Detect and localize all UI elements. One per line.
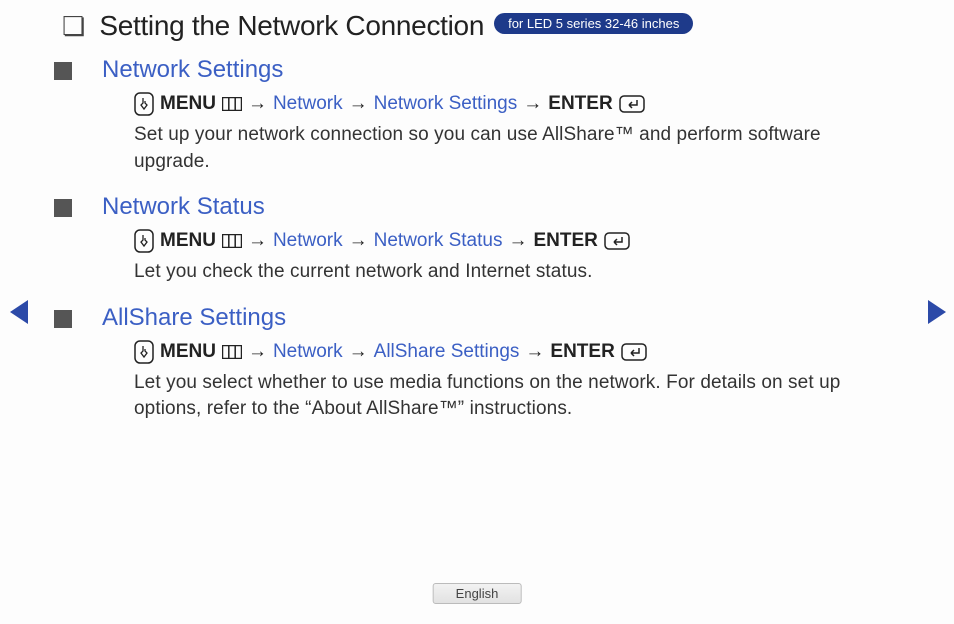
path-item: Network Settings bbox=[374, 93, 518, 115]
hand-press-icon bbox=[134, 92, 154, 116]
path-item: Network bbox=[273, 341, 343, 363]
arrow-icon: → bbox=[349, 341, 368, 363]
model-badge: for LED 5 series 32-46 inches bbox=[494, 13, 693, 34]
arrow-icon: → bbox=[508, 230, 527, 252]
arrow-icon: → bbox=[523, 93, 542, 115]
path-item: AllShare Settings bbox=[374, 341, 520, 363]
square-bullet-icon bbox=[54, 62, 72, 80]
next-page-button[interactable] bbox=[928, 300, 946, 324]
section-network-settings: Network Settings MENU → Network → Networ… bbox=[62, 56, 892, 175]
menu-label: MENU bbox=[160, 93, 216, 115]
arrow-icon: → bbox=[248, 230, 267, 252]
menu-label: MENU bbox=[160, 341, 216, 363]
hand-press-icon bbox=[134, 229, 154, 253]
hand-press-icon bbox=[134, 340, 154, 364]
menu-path: MENU → Network → Network Status → ENTER bbox=[134, 229, 892, 253]
arrow-icon: → bbox=[349, 93, 368, 115]
page-title-row: ❏ Setting the Network Connection for LED… bbox=[62, 10, 892, 42]
section-heading: AllShare Settings bbox=[102, 304, 892, 332]
language-badge[interactable]: English bbox=[433, 583, 522, 604]
section-allshare-settings: AllShare Settings MENU → Network → AllSh… bbox=[62, 304, 892, 423]
arrow-icon: → bbox=[525, 341, 544, 363]
menu-grid-icon bbox=[222, 234, 242, 248]
enter-label: ENTER bbox=[533, 230, 597, 252]
path-item: Network bbox=[273, 230, 343, 252]
square-bullet-icon bbox=[54, 310, 72, 328]
square-bullet-icon bbox=[54, 199, 72, 217]
menu-path: MENU → Network → Network Settings → ENTE… bbox=[134, 92, 892, 116]
menu-label: MENU bbox=[160, 230, 216, 252]
section-network-status: Network Status MENU → Network → Network … bbox=[62, 193, 892, 286]
arrow-icon: → bbox=[349, 230, 368, 252]
triangle-right-icon bbox=[928, 300, 946, 324]
enter-label: ENTER bbox=[548, 93, 612, 115]
enter-icon bbox=[604, 232, 630, 250]
section-heading: Network Status bbox=[102, 193, 892, 221]
arrow-icon: → bbox=[248, 341, 267, 363]
menu-grid-icon bbox=[222, 345, 242, 359]
section-description: Let you check the current network and In… bbox=[134, 259, 892, 286]
menu-path: MENU → Network → AllShare Settings → ENT… bbox=[134, 340, 892, 364]
menu-grid-icon bbox=[222, 97, 242, 111]
triangle-left-icon bbox=[10, 300, 28, 324]
section-description: Let you select whether to use media func… bbox=[134, 370, 892, 423]
enter-icon bbox=[621, 343, 647, 361]
manual-page: ❏ Setting the Network Connection for LED… bbox=[0, 0, 954, 423]
arrow-icon: → bbox=[248, 93, 267, 115]
enter-label: ENTER bbox=[550, 341, 614, 363]
section-description: Set up your network connection so you ca… bbox=[134, 122, 892, 175]
enter-icon bbox=[619, 95, 645, 113]
bookmark-icon: ❏ bbox=[62, 11, 85, 42]
section-heading: Network Settings bbox=[102, 56, 892, 84]
prev-page-button[interactable] bbox=[10, 300, 28, 324]
path-item: Network bbox=[273, 93, 343, 115]
page-title: Setting the Network Connection bbox=[99, 10, 484, 42]
path-item: Network Status bbox=[374, 230, 503, 252]
